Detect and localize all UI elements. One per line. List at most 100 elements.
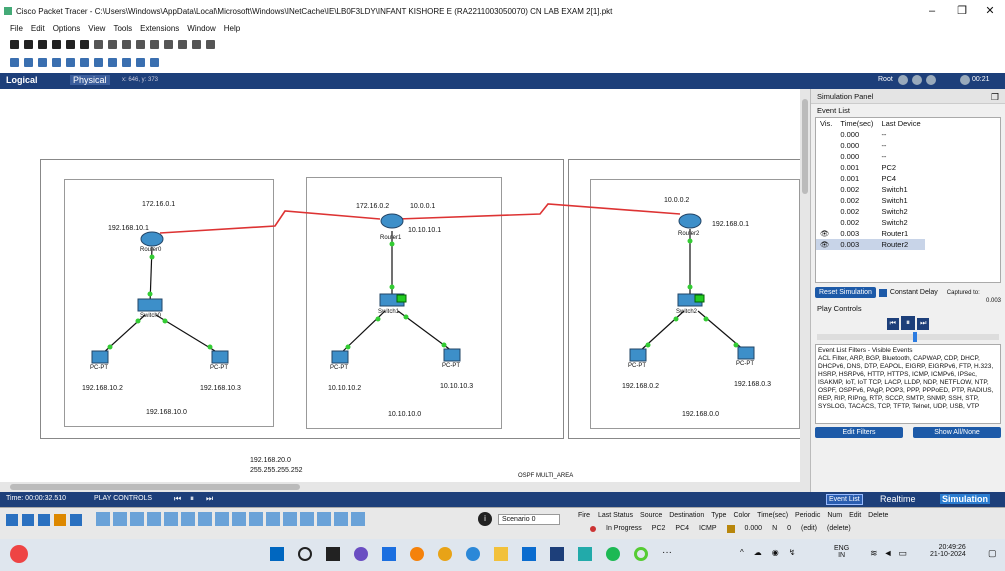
misc-icon[interactable] — [70, 514, 82, 526]
line-icon[interactable] — [80, 57, 89, 67]
router-model-icon[interactable] — [147, 512, 161, 526]
pdu-delete[interactable]: (delete) — [827, 525, 851, 533]
router-model-icon[interactable] — [96, 512, 110, 526]
more-icon[interactable]: ··· — [662, 547, 676, 561]
realtime-tab[interactable]: Realtime — [880, 494, 916, 504]
paste-icon[interactable] — [108, 39, 117, 49]
horizontal-scrollbar[interactable] — [0, 482, 810, 492]
bottom-pause-button[interactable]: ⏸ — [190, 494, 194, 504]
connections-icon[interactable] — [54, 514, 66, 526]
chrome-icon[interactable] — [438, 547, 452, 561]
undock-icon[interactable]: ❐ — [991, 92, 999, 103]
menu-file[interactable]: File — [10, 24, 23, 33]
print-icon[interactable] — [52, 39, 61, 49]
inspect-icon[interactable] — [24, 57, 33, 67]
select-icon[interactable] — [10, 57, 19, 67]
spotify-icon[interactable] — [606, 547, 620, 561]
pdu-row[interactable]: In Progress PC2 PC4 ICMP 0.000 N 0 (edit… — [590, 525, 851, 533]
event-row[interactable]: 0.002 Switch1 — [816, 184, 925, 195]
router-model-icon[interactable] — [181, 512, 195, 526]
eye-icon[interactable]: 👁 — [816, 228, 836, 239]
notification-icon[interactable]: ▢ — [988, 548, 997, 559]
router-model-icon[interactable] — [334, 512, 348, 526]
store-icon[interactable] — [522, 547, 536, 561]
eye-icon[interactable]: 👁 — [816, 239, 836, 250]
forward-button[interactable]: ⏭ — [917, 318, 930, 330]
onedrive-icon[interactable]: ☁ — [754, 548, 762, 557]
search-icon[interactable] — [298, 547, 312, 561]
app-ring-icon[interactable] — [634, 547, 648, 561]
redo-icon[interactable] — [136, 39, 145, 49]
add-complex-pdu-icon[interactable] — [150, 57, 159, 67]
router-model-icon[interactable] — [232, 512, 246, 526]
viewport-icon[interactable] — [898, 75, 908, 85]
packet-tracer-icon[interactable] — [550, 547, 564, 561]
event-row[interactable]: 0.000 -- — [816, 140, 925, 151]
language-indicator[interactable]: ENG IN — [834, 545, 849, 559]
info-icon[interactable]: i — [478, 512, 492, 526]
quick-settings[interactable]: ≋ ◄ ▭ — [870, 548, 907, 559]
zoom-reset-icon[interactable] — [164, 39, 173, 49]
add-simple-pdu-icon[interactable] — [136, 57, 145, 67]
navigation-icon[interactable] — [912, 75, 922, 85]
network-info-icon[interactable] — [80, 39, 89, 49]
zoom-in-icon[interactable] — [150, 39, 159, 49]
event-row[interactable]: 0.001 PC4 — [816, 173, 925, 184]
reset-simulation-button[interactable]: Reset Simulation — [815, 287, 876, 298]
event-row[interactable]: 0.001 PC2 — [816, 162, 925, 173]
edge-icon[interactable] — [466, 547, 480, 561]
maximize-button[interactable]: ❐ — [950, 2, 974, 20]
components-icon[interactable] — [38, 514, 50, 526]
custom-device-icon[interactable] — [206, 39, 215, 49]
router-model-icon[interactable] — [164, 512, 178, 526]
firefox-icon[interactable] — [410, 547, 424, 561]
vertical-scrollbar[interactable] — [800, 89, 810, 482]
freeform-icon[interactable] — [122, 57, 131, 67]
router-model-icon[interactable] — [249, 512, 263, 526]
file-explorer-icon[interactable] — [494, 547, 508, 561]
note-icon[interactable] — [66, 57, 75, 67]
event-row[interactable]: 0.000 -- — [816, 151, 925, 162]
menu-window[interactable]: Window — [187, 24, 215, 33]
chevron-up-icon[interactable]: ^ — [740, 548, 744, 557]
router-model-icon[interactable] — [198, 512, 212, 526]
chat-icon[interactable] — [354, 547, 368, 561]
open-icon[interactable] — [24, 39, 33, 49]
clock[interactable]: 20:49:26 21-10-2024 — [930, 544, 966, 558]
weather-icon[interactable] — [10, 545, 28, 563]
save-icon[interactable] — [38, 39, 47, 49]
event-row[interactable]: 0.002 Switch2 — [816, 217, 925, 228]
event-row[interactable]: 👁 0.003 Router1 — [816, 228, 925, 239]
menu-tools[interactable]: Tools — [113, 24, 132, 33]
wizard-icon[interactable] — [66, 39, 75, 49]
router-model-icon[interactable] — [351, 512, 365, 526]
router-model-icon[interactable] — [283, 512, 297, 526]
undo-icon[interactable] — [122, 39, 131, 49]
ellipse-icon[interactable] — [108, 57, 117, 67]
environment-icon[interactable] — [926, 75, 936, 85]
usb-icon[interactable]: ↯ — [789, 548, 796, 557]
router-model-icon[interactable] — [266, 512, 280, 526]
menu-view[interactable]: View — [88, 24, 105, 33]
network-devices-icon[interactable] — [6, 514, 18, 526]
drawing-palette-icon[interactable] — [192, 39, 201, 49]
constant-delay-checkbox[interactable] — [878, 288, 887, 297]
tab-logical[interactable]: Logical — [6, 75, 38, 85]
event-row[interactable]: 0.000 -- — [816, 129, 925, 140]
new-icon[interactable] — [10, 39, 19, 49]
edit-filters-button[interactable]: Edit Filters — [815, 427, 903, 438]
copy-icon[interactable] — [94, 39, 103, 49]
event-row[interactable]: 0.002 Switch1 — [816, 195, 925, 206]
root-label[interactable]: Root — [878, 76, 893, 83]
photos-icon[interactable] — [382, 547, 396, 561]
task-view-icon[interactable] — [326, 547, 340, 561]
logical-workspace[interactable]: 172.16.0.1 192.168.10.1 Router0 Switch0 … — [0, 89, 810, 492]
menu-edit[interactable]: Edit — [31, 24, 45, 33]
close-button[interactable]: ✕ — [978, 2, 1002, 20]
end-devices-icon[interactable] — [22, 514, 34, 526]
show-all-none-button[interactable]: Show All/None — [913, 427, 1001, 438]
back-button[interactable]: ⏮ — [886, 318, 899, 330]
event-row[interactable]: 0.002 Switch2 — [816, 206, 925, 217]
router-model-icon[interactable] — [130, 512, 144, 526]
menu-extensions[interactable]: Extensions — [140, 24, 179, 33]
